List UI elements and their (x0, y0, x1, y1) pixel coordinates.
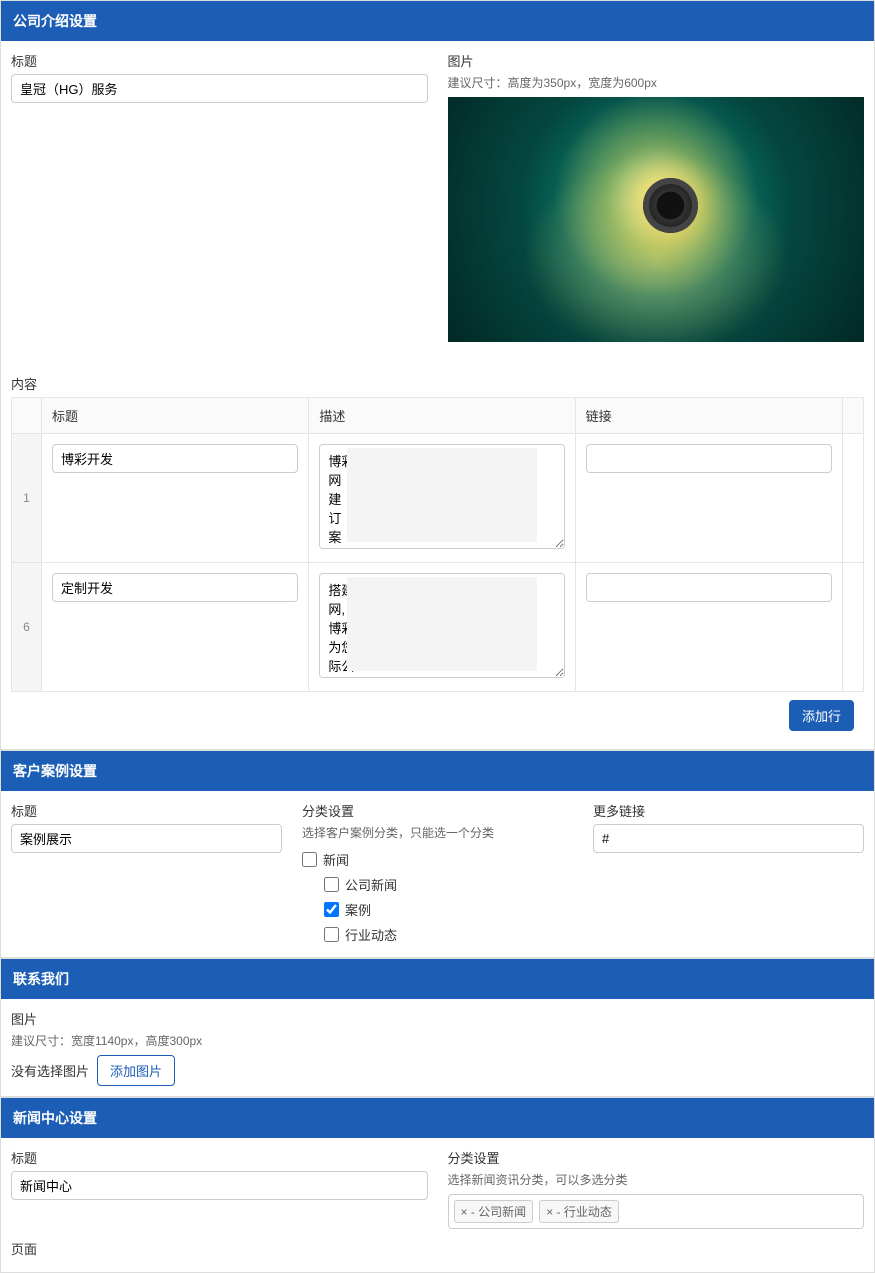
tree-child-checkbox[interactable] (324, 877, 339, 892)
col-link: 链接 (575, 398, 842, 434)
tree-root-label: 新闻 (323, 850, 349, 869)
cases-title-input[interactable] (11, 824, 282, 853)
row-link-input[interactable] (586, 573, 832, 602)
table-row: 6搭建 网, 博彩 为您 际公 款自 应商 (12, 563, 864, 692)
row-number: 6 (12, 563, 42, 692)
tree-child[interactable]: 案例 (324, 897, 573, 922)
company-image-label: 图片 (448, 51, 865, 70)
contact-image-label: 图片 (11, 1009, 864, 1028)
row-number: 1 (12, 434, 42, 563)
col-desc: 描述 (309, 398, 575, 434)
news-title-label: 标题 (11, 1148, 428, 1167)
cases-category-help: 选择客户案例分类，只能选一个分类 (302, 824, 573, 841)
row-title-input[interactable] (52, 573, 298, 602)
tree-child-label: 公司新闻 (345, 875, 397, 894)
table-row: 1博彩 网 建 订 案 计 (12, 434, 864, 563)
contact-image-help: 建议尺寸：宽度1140px，高度300px (11, 1032, 864, 1049)
contact-heading: 联系我们 (1, 959, 874, 999)
company-content-label: 内容 (11, 374, 864, 393)
tree-child-label: 行业动态 (345, 925, 397, 944)
cases-morelink-label: 更多链接 (593, 801, 864, 820)
contact-nofile-text: 没有选择图片 (11, 1061, 89, 1080)
news-tag[interactable]: × - 公司新闻 (454, 1200, 534, 1223)
add-image-button[interactable]: 添加图片 (97, 1055, 175, 1086)
row-title-input[interactable] (52, 444, 298, 473)
cases-title-label: 标题 (11, 801, 282, 820)
col-title: 标题 (42, 398, 309, 434)
tree-child[interactable]: 公司新闻 (324, 872, 573, 897)
news-category-label: 分类设置 (448, 1148, 865, 1167)
add-row-button[interactable]: 添加行 (789, 700, 854, 731)
tree-child-checkbox[interactable] (324, 927, 339, 942)
news-title-input[interactable] (11, 1171, 428, 1200)
news-heading: 新闻中心设置 (1, 1098, 874, 1138)
news-tag[interactable]: × - 行业动态 (539, 1200, 619, 1223)
company-heading: 公司介绍设置 (1, 1, 874, 41)
tree-child-checkbox[interactable] (324, 902, 339, 917)
cases-morelink-input[interactable] (593, 824, 864, 853)
cases-category-label: 分类设置 (302, 801, 573, 820)
cases-heading: 客户案例设置 (1, 751, 874, 791)
company-title-input[interactable] (11, 74, 428, 103)
tree-child[interactable]: 行业动态 (324, 922, 573, 947)
row-link-input[interactable] (586, 444, 832, 473)
company-image-preview[interactable] (448, 97, 865, 342)
company-title-label: 标题 (11, 51, 428, 70)
tree-child-label: 案例 (345, 900, 371, 919)
page-label: 页面 (11, 1239, 864, 1258)
content-table: 标题 描述 链接 1博彩 网 建 订 案 计6搭建 网, 博彩 为您 际公 款自… (11, 397, 864, 692)
company-image-help: 建议尺寸：高度为350px，宽度为600px (448, 74, 865, 91)
news-tags-input[interactable]: × - 公司新闻× - 行业动态 (448, 1194, 865, 1229)
news-category-help: 选择新闻资讯分类，可以多选分类 (448, 1171, 865, 1188)
tree-root[interactable]: 新闻 (302, 847, 573, 872)
tree-root-checkbox[interactable] (302, 852, 317, 867)
